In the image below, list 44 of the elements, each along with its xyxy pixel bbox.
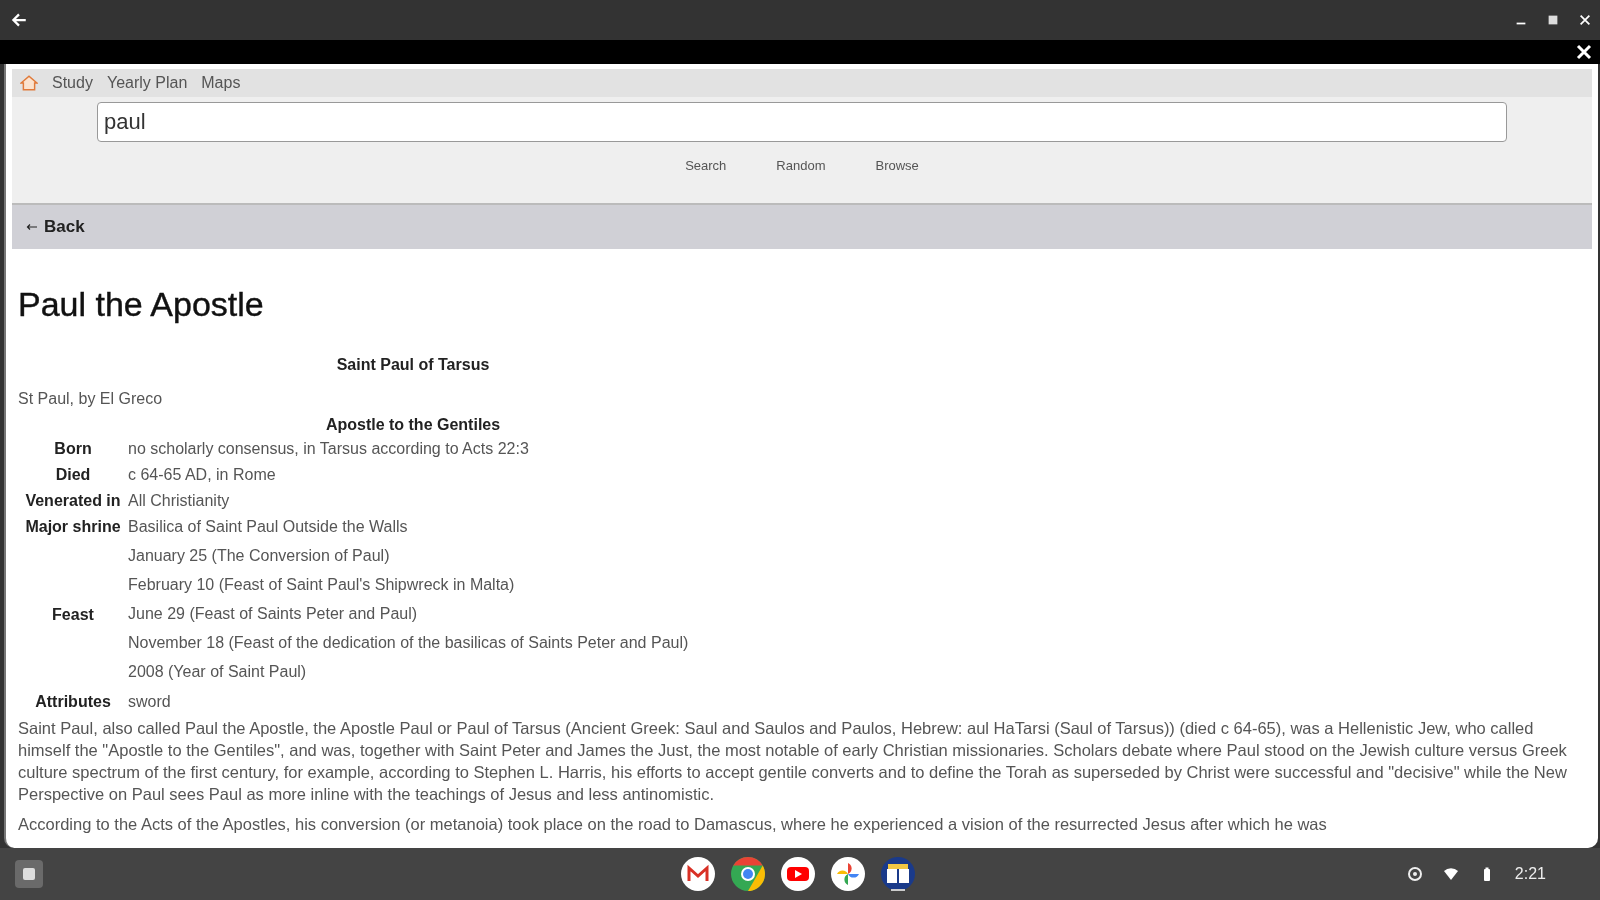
infobox-value: February 10 (Feast of Saint Paul's Shipwreck in Malta)	[128, 575, 516, 595]
infobox-subtitle: Apostle to the Gentiles	[325, 416, 501, 434]
close-icon[interactable]	[1578, 13, 1592, 27]
menu-item[interactable]: Yearly Plan	[106, 74, 188, 92]
search-field[interactable]: paul	[97, 102, 1507, 142]
back-arrow-icon[interactable]	[10, 11, 28, 29]
article-title: Paul the Apostle	[18, 285, 265, 324]
infobox-value: no scholarly consensus, in Tarsus according to Acts 22:3	[128, 439, 530, 459]
paragraph: Saint Paul, also called Paul the Apostle, the Apostle Paul or Paul of Tarsus (Ancient Greek: Saul and Saulos and Paulos, Hebrew: aul HaTarsi (Saul of Tarsus)) (died c 64-65), was a Hellenistic Jew, who called himself the "Apostle to the Gentiles", and was, together with Saint Peter and James the Just, the most notable of early Christian missionaries. Scholars debate where Paul stood on the Jewish culture versus Greek culture spectrum of the first century, for example, according to Stephen L. Harris, his efforts to accept gentile converts and to define the Torah as superseded by Christ were successful and "decisive" while the New Perspective on Paul sees Paul as more inline with the teachings of Jesus and less antinomistic.	[18, 718, 1568, 805]
infobox-value: All Christianity	[128, 491, 231, 511]
wifi-icon[interactable]	[1442, 866, 1459, 882]
menu-item[interactable]: Maps	[201, 74, 241, 92]
infobox-label: Died	[55, 466, 91, 483]
action-link[interactable]: Random	[776, 158, 826, 173]
maximize-icon[interactable]	[1546, 13, 1560, 27]
infobox-value: June 29 (Feast of Saints Peter and Paul)	[128, 604, 419, 624]
mail-icon[interactable]	[680, 856, 716, 892]
infobox-label: Venerated in	[25, 492, 121, 509]
back-link[interactable]: Back	[26, 217, 85, 237]
infobox-value: November 18 (Feast of the dedication of the basilicas of Saints Peter and Paul)	[128, 633, 690, 653]
paragraph: According to the Acts of the Apostles, his conversion (or metanoia) took place on the road to Damascus, where he experienced a vision of the resurrected Jesus after which he was	[18, 814, 1328, 835]
infobox-label: Born	[54, 440, 92, 457]
launcher-icon[interactable]	[14, 859, 44, 889]
action-link[interactable]: Browse	[875, 158, 919, 173]
video-play-icon[interactable]	[780, 856, 816, 892]
pinwheel-icon[interactable]	[830, 856, 866, 892]
browser-icon[interactable]	[730, 856, 766, 892]
clock-time[interactable]: 2:21	[1514, 865, 1546, 883]
infobox-value: January 25 (The Conversion of Paul)	[128, 546, 391, 566]
action-link[interactable]: Search	[685, 158, 727, 173]
settings-icon[interactable]	[1406, 866, 1423, 882]
image-caption: St Paul, by El Greco	[18, 390, 163, 408]
infobox-value: 2008 (Year of Saint Paul)	[128, 662, 308, 682]
infobox-title: Saint Paul of Tarsus	[336, 356, 490, 374]
close-icon[interactable]	[1576, 44, 1592, 60]
infobox-label: Attributes	[35, 693, 111, 710]
book-icon[interactable]	[880, 856, 916, 892]
arrow-icon	[26, 223, 38, 231]
infobox-label: Feast	[52, 605, 94, 623]
infobox-value: c 64-65 AD, in Rome	[128, 465, 277, 485]
menu-item[interactable]: Study	[52, 74, 93, 92]
infobox-value: sword	[128, 692, 172, 712]
infobox-value: Basilica of Saint Paul Outside the Walls	[128, 517, 409, 537]
infobox-label: Major shrine	[25, 518, 121, 535]
